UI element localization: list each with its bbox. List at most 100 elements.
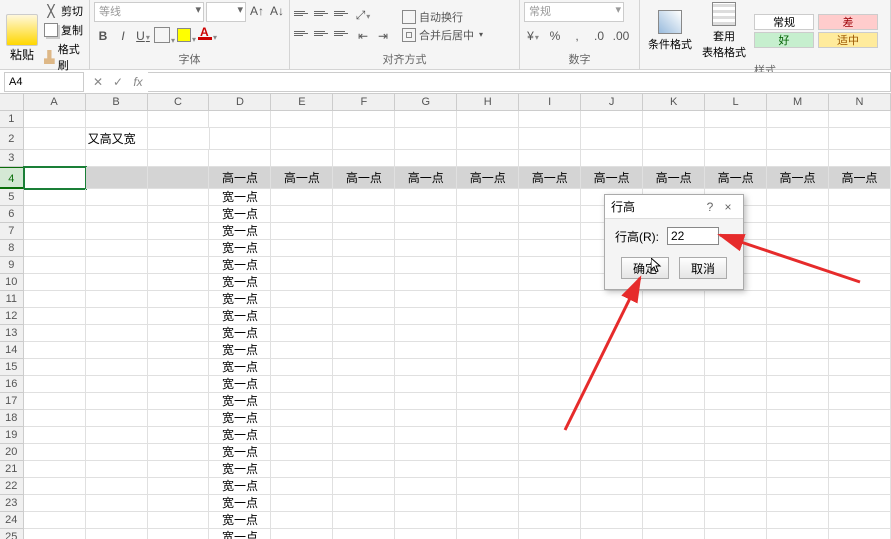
column-header-L[interactable]: L: [705, 94, 767, 111]
row-header-4[interactable]: 4: [0, 167, 24, 189]
cell-G11[interactable]: [395, 291, 457, 308]
align-left-button[interactable]: [294, 27, 312, 41]
cell-C22[interactable]: [148, 478, 210, 495]
row-header-3[interactable]: 3: [0, 150, 24, 167]
cell-A22[interactable]: [24, 478, 86, 495]
cell-N6[interactable]: [829, 206, 891, 223]
cell-K14[interactable]: [643, 342, 705, 359]
cell-E24[interactable]: [271, 512, 333, 529]
cell-H14[interactable]: [457, 342, 519, 359]
cell-K20[interactable]: [643, 444, 705, 461]
cell-N2[interactable]: [829, 128, 891, 150]
cell-H3[interactable]: [457, 150, 519, 167]
cell-B22[interactable]: [86, 478, 148, 495]
cell-J2[interactable]: [581, 128, 643, 150]
row-header-10[interactable]: 10: [0, 274, 24, 291]
cell-I5[interactable]: [519, 189, 581, 206]
cut-button[interactable]: 剪切: [42, 2, 85, 20]
cell-L11[interactable]: [705, 291, 767, 308]
cell-D9[interactable]: 宽一点: [209, 257, 271, 274]
cell-J16[interactable]: [581, 376, 643, 393]
cell-D16[interactable]: 宽一点: [209, 376, 271, 393]
cell-N18[interactable]: [829, 410, 891, 427]
row-header-17[interactable]: 17: [0, 393, 24, 410]
column-header-K[interactable]: K: [643, 94, 705, 111]
decrease-font-button[interactable]: A↓: [268, 2, 286, 20]
cell-E10[interactable]: [271, 274, 333, 291]
cell-D17[interactable]: 宽一点: [209, 393, 271, 410]
cell-N17[interactable]: [829, 393, 891, 410]
cell-B7[interactable]: [86, 223, 148, 240]
cell-K22[interactable]: [643, 478, 705, 495]
cell-L21[interactable]: [705, 461, 767, 478]
cell-M7[interactable]: [767, 223, 829, 240]
cell-D22[interactable]: 宽一点: [209, 478, 271, 495]
italic-button[interactable]: I: [114, 27, 132, 45]
cell-H23[interactable]: [457, 495, 519, 512]
row-height-input[interactable]: [667, 227, 719, 245]
cell-L18[interactable]: [705, 410, 767, 427]
cell-H2[interactable]: [457, 128, 519, 150]
cell-B15[interactable]: [86, 359, 148, 376]
cell-D5[interactable]: 宽一点: [209, 189, 271, 206]
cell-H6[interactable]: [457, 206, 519, 223]
cell-J20[interactable]: [581, 444, 643, 461]
cell-A3[interactable]: [24, 150, 86, 167]
cell-B14[interactable]: [86, 342, 148, 359]
cell-F17[interactable]: [333, 393, 395, 410]
cell-J14[interactable]: [581, 342, 643, 359]
cell-K17[interactable]: [643, 393, 705, 410]
cell-A10[interactable]: [24, 274, 86, 291]
cell-M2[interactable]: [767, 128, 829, 150]
cell-D24[interactable]: 宽一点: [209, 512, 271, 529]
percent-button[interactable]: %: [546, 27, 564, 45]
cell-H8[interactable]: [457, 240, 519, 257]
cell-L4[interactable]: 高一点: [705, 167, 767, 189]
align-bottom-button[interactable]: [334, 7, 352, 21]
cell-B10[interactable]: [86, 274, 148, 291]
column-header-E[interactable]: E: [271, 94, 333, 111]
cell-B24[interactable]: [86, 512, 148, 529]
cell-I11[interactable]: [519, 291, 581, 308]
cell-F18[interactable]: [333, 410, 395, 427]
cell-C5[interactable]: [148, 189, 210, 206]
cell-G21[interactable]: [395, 461, 457, 478]
cell-J24[interactable]: [581, 512, 643, 529]
cell-E14[interactable]: [271, 342, 333, 359]
increase-indent-button[interactable]: ⇥: [374, 27, 392, 45]
wrap-text-button[interactable]: 自动换行: [402, 9, 483, 25]
cell-M15[interactable]: [767, 359, 829, 376]
row-header-21[interactable]: 21: [0, 461, 24, 478]
cell-E13[interactable]: [271, 325, 333, 342]
cell-D4[interactable]: 高一点: [209, 167, 271, 189]
cell-M3[interactable]: [767, 150, 829, 167]
cell-C1[interactable]: [148, 111, 210, 128]
cell-F16[interactable]: [333, 376, 395, 393]
number-format-select[interactable]: 常规: [524, 2, 624, 22]
column-header-G[interactable]: G: [395, 94, 457, 111]
cell-I19[interactable]: [519, 427, 581, 444]
cell-F9[interactable]: [333, 257, 395, 274]
cell-C16[interactable]: [148, 376, 210, 393]
cell-G18[interactable]: [395, 410, 457, 427]
cell-L12[interactable]: [705, 308, 767, 325]
cell-E5[interactable]: [271, 189, 333, 206]
cell-E17[interactable]: [271, 393, 333, 410]
cell-F25[interactable]: [333, 529, 395, 539]
increase-decimal-button[interactable]: .0: [590, 27, 608, 45]
cell-C13[interactable]: [148, 325, 210, 342]
cell-D19[interactable]: 宽一点: [209, 427, 271, 444]
cell-E7[interactable]: [271, 223, 333, 240]
cell-N1[interactable]: [829, 111, 891, 128]
cell-J23[interactable]: [581, 495, 643, 512]
cell-H13[interactable]: [457, 325, 519, 342]
cell-M13[interactable]: [767, 325, 829, 342]
cell-I20[interactable]: [519, 444, 581, 461]
cell-J4[interactable]: 高一点: [581, 167, 643, 189]
font-color-button[interactable]: [198, 27, 217, 45]
cell-A13[interactable]: [24, 325, 86, 342]
cell-N19[interactable]: [829, 427, 891, 444]
cell-G24[interactable]: [395, 512, 457, 529]
cell-I25[interactable]: [519, 529, 581, 539]
decrease-decimal-button[interactable]: .00: [612, 27, 630, 45]
